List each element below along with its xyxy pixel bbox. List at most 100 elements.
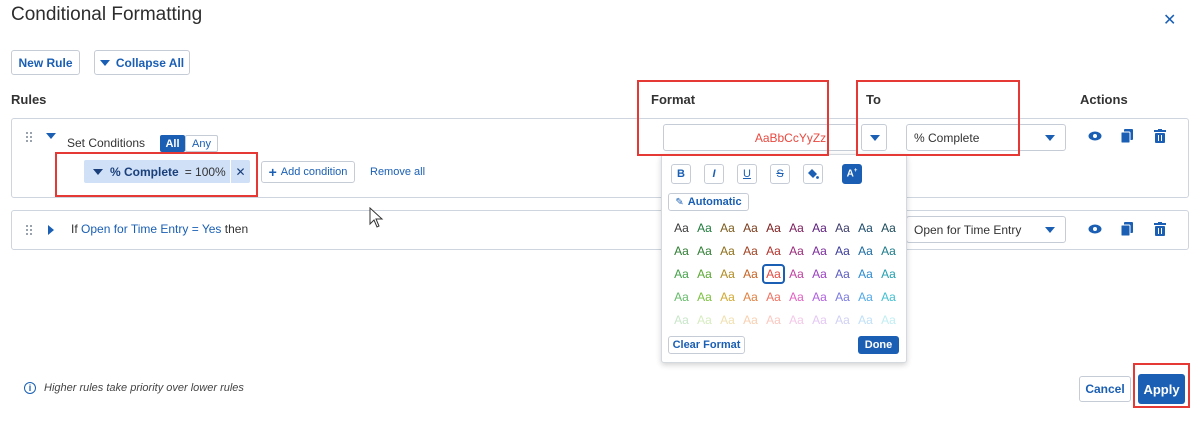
collapse-all-button[interactable]: Collapse All xyxy=(94,50,190,75)
add-condition-button[interactable]: + Add condition xyxy=(261,161,355,183)
color-swatch[interactable]: Aa xyxy=(693,264,716,284)
color-swatch[interactable]: Aa xyxy=(785,218,808,238)
chevron-down-icon xyxy=(1045,135,1055,141)
strikethrough-button[interactable]: S xyxy=(770,164,790,184)
color-swatch[interactable]: Aa xyxy=(693,241,716,261)
text-color-icon: A+ xyxy=(846,168,858,180)
color-swatch[interactable]: Aa xyxy=(693,287,716,307)
rule-2-summary: If Open for Time Entry = Yes then xyxy=(71,222,248,236)
color-swatch[interactable]: Aa xyxy=(739,264,762,284)
new-rule-button[interactable]: New Rule xyxy=(11,50,80,75)
bold-button[interactable]: B xyxy=(671,164,691,184)
color-swatch[interactable]: Aa xyxy=(693,310,716,330)
color-swatch[interactable]: Aa xyxy=(854,310,877,330)
text-color-button[interactable]: A+ xyxy=(842,164,862,184)
color-swatch[interactable]: Aa xyxy=(877,241,900,261)
color-swatch[interactable]: Aa xyxy=(831,241,854,261)
strikethrough-icon: S xyxy=(776,168,784,180)
color-swatch[interactable]: Aa xyxy=(854,264,877,284)
info-text: Higher rules take priority over lower ru… xyxy=(44,382,244,394)
color-swatch[interactable]: Aa xyxy=(670,287,693,307)
color-swatch[interactable]: Aa xyxy=(762,287,785,307)
color-swatch[interactable]: Aa xyxy=(739,310,762,330)
color-swatch[interactable]: Aa xyxy=(739,287,762,307)
copy-icon[interactable] xyxy=(1120,222,1133,239)
fill-color-button[interactable] xyxy=(803,164,823,184)
color-swatch[interactable]: Aa xyxy=(854,287,877,307)
color-swatch[interactable]: Aa xyxy=(808,241,831,261)
color-swatch[interactable]: Aa xyxy=(854,241,877,261)
plus-icon: + xyxy=(268,164,277,180)
copy-icon[interactable] xyxy=(1120,129,1133,146)
swatch-row: Aa Aa Aa Aa Aa Aa Aa Aa Aa Aa xyxy=(670,287,900,307)
eye-icon[interactable] xyxy=(1088,223,1102,238)
color-swatch[interactable]: Aa xyxy=(762,218,785,238)
color-swatch[interactable]: Aa xyxy=(670,218,693,238)
color-swatch[interactable]: Aa xyxy=(716,241,739,261)
to-select-rule-2[interactable]: Open for Time Entry xyxy=(906,216,1066,243)
trash-icon[interactable] xyxy=(1154,129,1166,146)
close-icon[interactable]: ✕ xyxy=(1163,10,1176,30)
color-swatch[interactable]: Aa xyxy=(877,264,900,284)
color-swatch[interactable]: Aa xyxy=(762,241,785,261)
automatic-button[interactable]: ✎ Automatic xyxy=(668,193,749,211)
color-swatch[interactable]: Aa xyxy=(716,287,739,307)
color-swatch[interactable]: Aa xyxy=(670,264,693,284)
color-swatch[interactable]: Aa xyxy=(808,287,831,307)
eye-icon[interactable] xyxy=(1088,130,1102,145)
color-swatch[interactable]: Aa xyxy=(693,218,716,238)
trash-icon[interactable] xyxy=(1154,222,1166,239)
toggle-all[interactable]: All xyxy=(160,135,185,152)
italic-button[interactable]: I xyxy=(704,164,724,184)
cancel-button[interactable]: Cancel xyxy=(1079,376,1131,402)
if-label: If xyxy=(71,222,78,236)
apply-button[interactable]: Apply xyxy=(1138,374,1185,404)
drag-handle-icon[interactable] xyxy=(25,131,33,143)
new-rule-label: New Rule xyxy=(18,55,73,70)
collapse-all-label: Collapse All xyxy=(115,55,185,70)
drag-handle-icon[interactable] xyxy=(25,224,33,236)
rule-2-operator: = Yes xyxy=(191,222,222,236)
done-label: Done xyxy=(864,339,893,351)
color-swatch[interactable]: Aa xyxy=(716,310,739,330)
color-swatch[interactable]: Aa xyxy=(831,264,854,284)
done-button[interactable]: Done xyxy=(858,336,899,354)
rule-2-field: Open for Time Entry xyxy=(81,222,189,236)
toggle-any[interactable]: Any xyxy=(185,135,218,152)
swatch-row: Aa Aa Aa Aa Aa Aa Aa Aa Aa Aa xyxy=(670,241,900,261)
color-swatch[interactable]: Aa xyxy=(762,264,785,284)
color-swatch[interactable]: Aa xyxy=(877,218,900,238)
rules-header: Rules xyxy=(11,92,47,107)
color-swatch[interactable]: Aa xyxy=(670,310,693,330)
color-swatch[interactable]: Aa xyxy=(716,218,739,238)
swatch-row: Aa Aa Aa Aa Aa Aa Aa Aa Aa Aa xyxy=(670,310,900,330)
color-swatch[interactable]: Aa xyxy=(739,241,762,261)
clear-format-button[interactable]: Clear Format xyxy=(668,336,745,354)
color-swatch[interactable]: Aa xyxy=(877,310,900,330)
color-swatch[interactable]: Aa xyxy=(785,264,808,284)
no-color-icon: ✎ xyxy=(675,196,684,208)
underline-button[interactable]: U xyxy=(737,164,757,184)
color-swatch[interactable]: Aa xyxy=(785,241,808,261)
color-swatch[interactable]: Aa xyxy=(831,218,854,238)
collapse-rule-icon[interactable] xyxy=(46,133,56,139)
color-swatch[interactable]: Aa xyxy=(831,287,854,307)
color-swatch[interactable]: Aa xyxy=(831,310,854,330)
remove-all-link[interactable]: Remove all xyxy=(370,166,425,178)
color-swatch[interactable]: Aa xyxy=(785,310,808,330)
actions-header: Actions xyxy=(1080,92,1128,107)
chevron-down-icon xyxy=(1045,227,1055,233)
color-swatch[interactable]: Aa xyxy=(808,310,831,330)
to-select-value: Open for Time Entry xyxy=(914,222,1022,237)
color-swatch[interactable]: Aa xyxy=(739,218,762,238)
color-swatch[interactable]: Aa xyxy=(762,310,785,330)
color-swatch[interactable]: Aa xyxy=(670,241,693,261)
color-swatch[interactable]: Aa xyxy=(808,218,831,238)
color-swatch[interactable]: Aa xyxy=(785,287,808,307)
color-swatch[interactable]: Aa xyxy=(716,264,739,284)
color-swatch[interactable]: Aa xyxy=(877,287,900,307)
highlight-box-to xyxy=(856,80,1020,156)
color-swatch[interactable]: Aa xyxy=(808,264,831,284)
expand-rule-icon[interactable] xyxy=(48,225,54,235)
color-swatch[interactable]: Aa xyxy=(854,218,877,238)
